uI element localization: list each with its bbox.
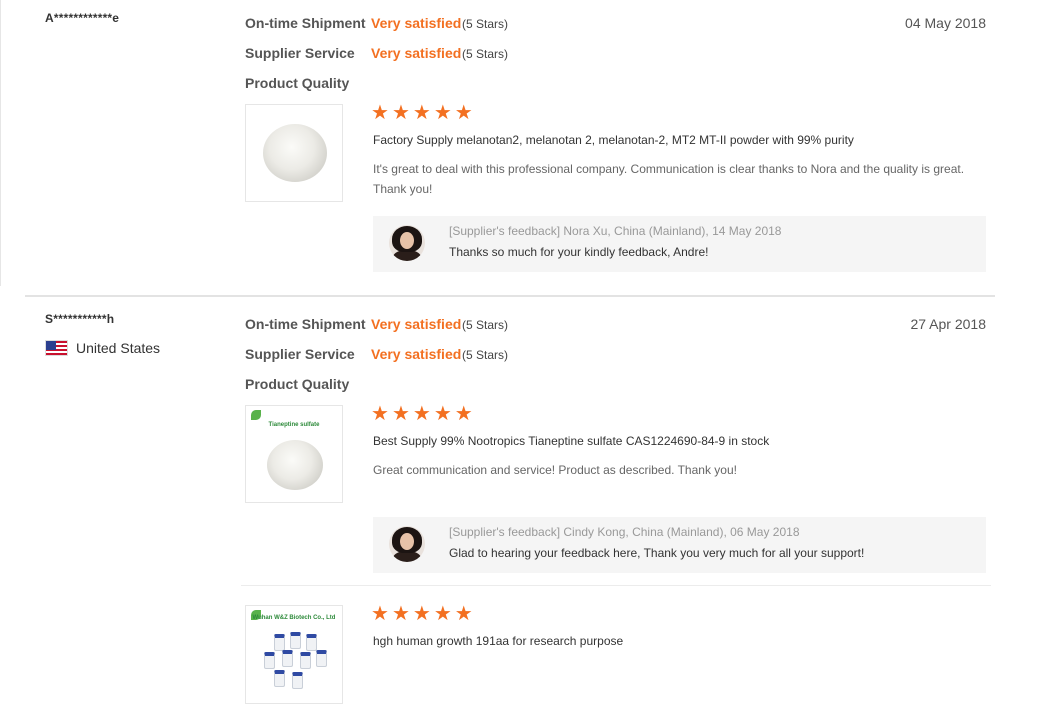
avatar (389, 225, 425, 261)
star-icon: ★ (391, 603, 410, 625)
product-image[interactable] (245, 104, 343, 202)
image-caption: Tianeptine sulfate (268, 422, 320, 428)
vial-image (300, 652, 311, 669)
vial-image (292, 672, 303, 689)
buyer-name: A************e (45, 11, 120, 25)
rating-label-shipment: On-time Shipment (245, 15, 366, 31)
rating-stars-shipment: (5 Stars) (462, 318, 509, 332)
star-icon: ★ (433, 603, 452, 625)
star-icon: ★ (433, 403, 452, 425)
rating-value-shipment: Very satisfied (371, 15, 462, 31)
review-comment: Great communication and service! Product… (373, 460, 988, 480)
buyer-country: United States (45, 340, 160, 356)
rating-label-service: Supplier Service (245, 45, 355, 61)
vial-image (316, 650, 327, 667)
product-star-rating: ★ ★ ★ ★ ★ (371, 604, 473, 624)
vial-image (274, 634, 285, 651)
product-star-rating: ★ ★ ★ ★ ★ (371, 103, 473, 123)
vial-image (282, 650, 293, 667)
product-star-rating: ★ ★ ★ ★ ★ (371, 404, 473, 424)
review-date: 04 May 2018 (905, 15, 986, 31)
product-title[interactable]: Factory Supply melanotan2, melanotan 2, … (373, 133, 854, 147)
review-comment: It's great to deal with this professiona… (373, 159, 988, 199)
review-date: 27 Apr 2018 (910, 316, 986, 332)
star-icon: ★ (391, 102, 410, 124)
white-powder-image (263, 124, 327, 182)
rating-stars-service: (5 Stars) (462, 47, 509, 61)
product-image[interactable]: Tianeptine sulfate (245, 405, 343, 503)
feedback-text: Glad to hearing your feedback here, Than… (449, 546, 865, 560)
star-icon: ★ (371, 603, 389, 625)
company-logo-icon (251, 410, 261, 420)
country-name: United States (76, 340, 161, 356)
rating-value-shipment: Very satisfied (371, 316, 462, 332)
review-comment-line: Great communication and service! Product… (373, 463, 737, 477)
star-icon: ★ (454, 102, 473, 124)
product-image[interactable]: Wuhan W&Z Biotech Co., Ltd (245, 605, 343, 704)
star-icon: ★ (412, 603, 431, 625)
rating-value-service: Very satisfied (371, 45, 462, 61)
supplier-feedback: [Supplier's feedback] Nora Xu, China (Ma… (373, 216, 986, 272)
star-icon: ★ (454, 403, 473, 425)
rating-label-quality: Product Quality (245, 376, 350, 392)
star-icon: ★ (454, 603, 473, 625)
star-icon: ★ (433, 102, 452, 124)
star-icon: ★ (371, 102, 389, 124)
rating-label-quality: Product Quality (245, 75, 350, 91)
rating-value-service: Very satisfied (371, 346, 462, 362)
avatar (389, 526, 425, 562)
rating-label-service: Supplier Service (245, 346, 355, 362)
supplier-feedback: [Supplier's feedback] Cindy Kong, China … (373, 517, 986, 573)
vial-image (290, 632, 301, 649)
feedback-meta: [Supplier's feedback] Nora Xu, China (Ma… (449, 224, 782, 238)
review-comment-line: It's great to deal with this professiona… (373, 162, 965, 176)
vial-image (306, 634, 317, 651)
product-title[interactable]: Best Supply 99% Nootropics Tianeptine su… (373, 434, 769, 448)
review-divider (25, 295, 995, 297)
white-powder-image (267, 440, 323, 490)
rating-label-shipment: On-time Shipment (245, 316, 366, 332)
product-title[interactable]: hgh human growth 191aa for research purp… (373, 634, 623, 648)
buyer-name: S***********h (45, 312, 115, 326)
us-flag-icon (45, 340, 68, 356)
star-icon: ★ (391, 403, 410, 425)
product-divider (241, 585, 991, 586)
vial-image (274, 670, 285, 687)
rating-stars-service: (5 Stars) (462, 348, 509, 362)
star-icon: ★ (412, 403, 431, 425)
feedback-text: Thanks so much for your kindly feedback,… (449, 245, 709, 259)
rating-stars-shipment: (5 Stars) (462, 17, 509, 31)
vial-image (264, 652, 275, 669)
left-border (0, 0, 1, 286)
review-comment-line: Thank you! (373, 182, 433, 196)
star-icon: ★ (371, 403, 389, 425)
feedback-meta: [Supplier's feedback] Cindy Kong, China … (449, 525, 800, 539)
star-icon: ★ (412, 102, 431, 124)
image-caption: Wuhan W&Z Biotech Co., Ltd (252, 615, 336, 621)
